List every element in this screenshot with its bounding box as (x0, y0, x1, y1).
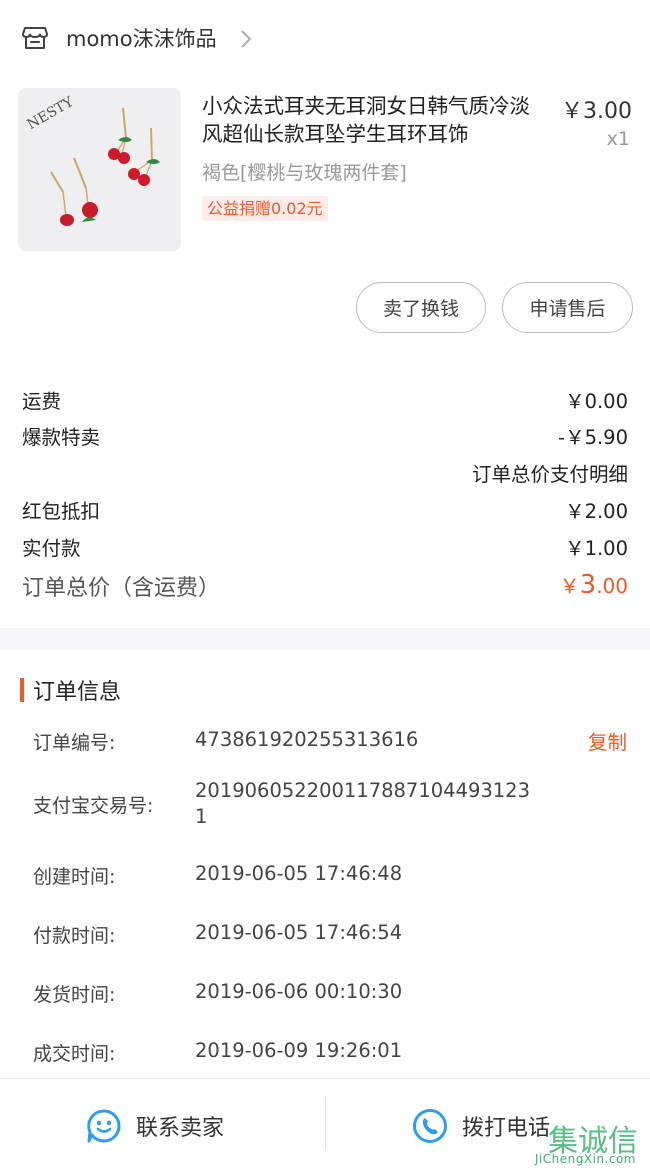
shipping-label: 运费 (22, 390, 62, 413)
product-image[interactable]: NESTY (18, 88, 181, 251)
completed-time-label: 成交时间: (33, 1043, 116, 1065)
payment-detail-link[interactable]: 订单总价支付明细 (472, 458, 628, 487)
paid-row: 实付款 ￥1.00 (22, 532, 628, 562)
product-sku: 褐色[樱桃与玫瑰两件套] (202, 162, 407, 184)
product-title[interactable]: 小众法式耳夹无耳洞女日韩气质冷淡风超仙长款耳坠学生耳环耳饰 (202, 92, 534, 148)
total-decimal: .00 (596, 574, 628, 598)
product-quantity: x1 (606, 128, 630, 150)
paid-label: 实付款 (22, 537, 81, 560)
copy-button[interactable]: 复制 (588, 726, 627, 755)
special-label: 爆款特卖 (22, 426, 101, 449)
order-number-value: 473861920255313616 (195, 728, 419, 751)
red-packet-row: 红包抵扣 ￥2.00 (22, 495, 628, 525)
watermark-text: JiChengXin.com (534, 1152, 636, 1166)
order-info-title: 订单信息 (33, 680, 122, 705)
alipay-trade-label: 支付宝交易号: (33, 795, 154, 817)
special-row: 爆款特卖 -￥5.90 (22, 421, 628, 451)
product-price: ￥3.00 (561, 99, 632, 124)
total-integer: 3 (579, 570, 597, 600)
contact-seller-label: 联系卖家 (136, 1116, 225, 1141)
order-number-label: 订单编号: (33, 732, 116, 754)
red-packet-label: 红包抵扣 (22, 500, 101, 523)
total-currency: ￥ (559, 574, 580, 598)
contact-seller-button[interactable]: 联系卖家 (86, 1079, 224, 1172)
created-time-value: 2019-06-05 17:46:48 (195, 862, 403, 885)
earring-illustration: NESTY (18, 88, 181, 251)
paid-time-label: 付款时间: (33, 925, 116, 947)
shop-header[interactable]: momo沫沫饰品 (0, 0, 650, 78)
total-value: ￥3.00 (560, 570, 628, 600)
paid-value: ￥1.00 (565, 537, 628, 560)
store-icon (22, 27, 48, 49)
chat-face-icon (87, 1109, 121, 1143)
phone-icon (413, 1109, 447, 1143)
shipping-row: 运费 ￥0.00 (22, 385, 628, 415)
shipped-time-value: 2019-06-06 00:10:30 (195, 980, 403, 1003)
total-label: 订单总价（含运费） (22, 576, 221, 601)
alipay-trade-value: 2019060522001178871044931231 (195, 779, 530, 828)
paid-time-value: 2019-06-05 17:46:54 (195, 921, 403, 944)
shipping-value: ￥0.00 (565, 390, 628, 413)
charity-badge: 公益捐赠0.02元 (202, 196, 328, 221)
section-divider (0, 628, 650, 650)
shipped-time-label: 发货时间: (33, 984, 116, 1006)
total-row: 订单总价（含运费） ￥3.00 (22, 570, 628, 606)
bottom-divider (325, 1097, 326, 1149)
shop-name[interactable]: momo沫沫饰品 (66, 24, 217, 54)
after-sale-button[interactable]: 申请售后 (502, 282, 633, 333)
completed-time-value: 2019-06-09 19:26:01 (195, 1039, 403, 1062)
section-accent-bar (20, 678, 24, 702)
sell-button[interactable]: 卖了换钱 (356, 282, 486, 333)
red-packet-value: ￥2.00 (565, 500, 628, 523)
created-time-label: 创建时间: (33, 866, 116, 888)
special-value: -￥5.90 (558, 426, 628, 449)
watermark: 集诚信 JiChengXin.com (524, 1116, 642, 1168)
chevron-right-icon (241, 30, 252, 48)
